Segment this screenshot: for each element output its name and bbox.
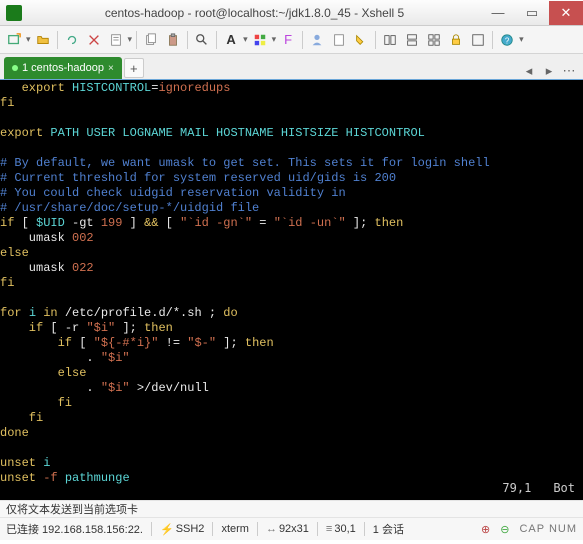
paste-icon[interactable] [163, 30, 183, 50]
tab-centos-hadoop[interactable]: 1 centos-hadoop × [4, 57, 122, 79]
minimize-button[interactable]: — [481, 1, 515, 25]
find-icon[interactable] [192, 30, 212, 50]
tab-close-icon[interactable]: × [108, 63, 114, 74]
hint-bar: 仅将文本发送到当前选项卡 [0, 500, 583, 518]
window-controls: — ▭ ✕ [481, 1, 583, 25]
status-size: ↔92x31 [266, 523, 309, 535]
vim-status: 79,1Bot [502, 481, 575, 496]
new-tab-button[interactable]: + [124, 58, 144, 78]
status-term: xterm [221, 523, 249, 535]
open-icon[interactable] [33, 30, 53, 50]
close-button[interactable]: ✕ [549, 1, 583, 25]
status-caps: CAP NUM [519, 523, 577, 535]
properties-icon[interactable] [106, 30, 126, 50]
window-title: centos-hadoop - root@localhost:~/jdk1.8.… [28, 6, 481, 20]
help-icon[interactable]: ? [497, 30, 517, 50]
tab-bar: 1 centos-hadoop × + ◂ ▸ ⋯ [0, 54, 583, 80]
status-sessions: 1 会话 [373, 521, 404, 537]
tab-menu-icon[interactable]: ⋯ [561, 63, 577, 79]
disconnect-icon[interactable] [84, 30, 104, 50]
tab-prev-icon[interactable]: ◂ [521, 63, 537, 79]
fullscreen-icon[interactable] [468, 30, 488, 50]
font-icon[interactable]: F [278, 30, 298, 50]
tile-v-icon[interactable] [402, 30, 422, 50]
reconnect-icon[interactable] [62, 30, 82, 50]
lock-icon[interactable] [446, 30, 466, 50]
tile-h-icon[interactable] [380, 30, 400, 50]
script-icon[interactable] [329, 30, 349, 50]
font-color-icon[interactable]: A [221, 30, 241, 50]
new-session-icon[interactable] [4, 30, 24, 50]
status-connection: 已连接 192.168.158.156:22. [6, 521, 143, 537]
maximize-button[interactable]: ▭ [515, 1, 549, 25]
highlight-icon[interactable] [351, 30, 371, 50]
status-ssh: ⚡SSH2 [160, 523, 204, 536]
toolbar: ▾ ▾ A ▾ ▾ F ? ▾ [0, 26, 583, 54]
tile-grid-icon[interactable] [424, 30, 444, 50]
user-icon[interactable] [307, 30, 327, 50]
title-bar: centos-hadoop - root@localhost:~/jdk1.8.… [0, 0, 583, 26]
svg-text:?: ? [505, 36, 510, 45]
app-icon [6, 5, 22, 21]
status-bar: 已连接 192.168.158.156:22. ⚡SSH2 xterm ↔92x… [0, 518, 583, 540]
tab-next-icon[interactable]: ▸ [541, 63, 557, 79]
status-lines: ≡30,1 [326, 523, 356, 535]
tab-label: 1 centos-hadoop [22, 62, 104, 74]
copy-icon[interactable] [141, 30, 161, 50]
color-scheme-icon[interactable] [250, 30, 270, 50]
tab-status-dot [12, 65, 18, 71]
terminal[interactable]: export HISTCONTROL=ignoredups fi export … [0, 80, 583, 500]
